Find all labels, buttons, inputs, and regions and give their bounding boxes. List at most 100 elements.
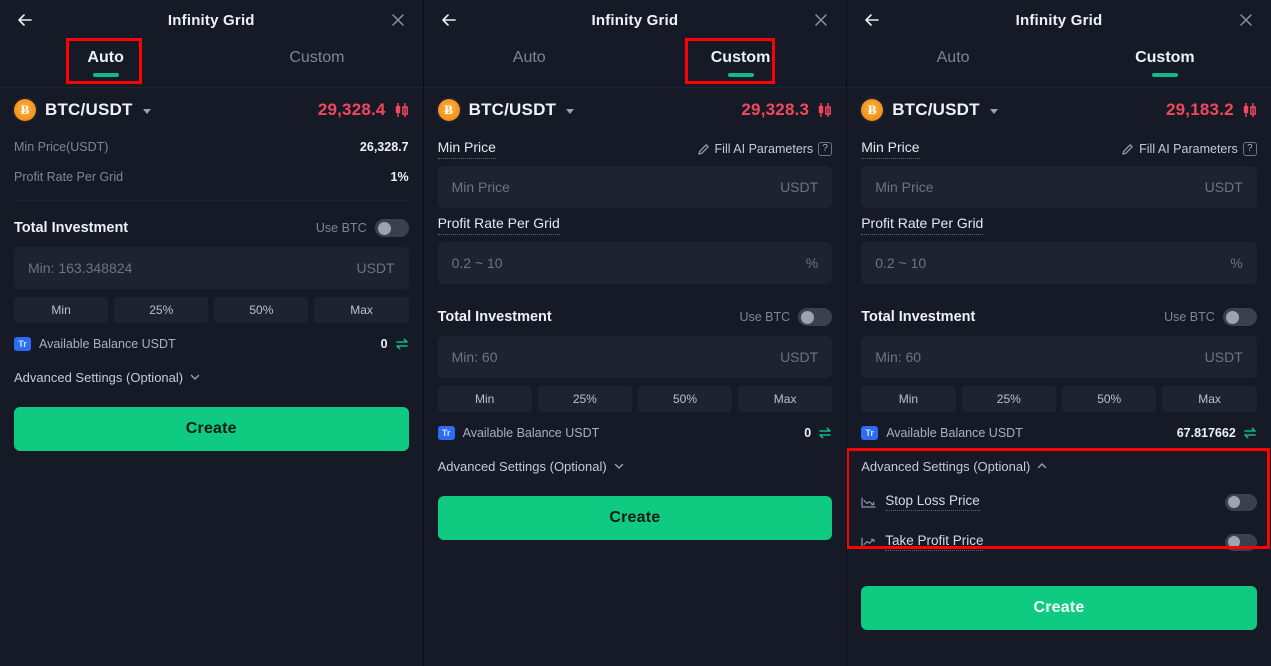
advanced-settings-toggle[interactable]: Advanced Settings (Optional) <box>14 361 409 393</box>
pencil-icon <box>697 143 710 156</box>
available-balance-label: Available Balance USDT <box>39 337 176 351</box>
close-icon[interactable] <box>387 9 409 31</box>
bitcoin-icon: Ƀ <box>861 99 884 121</box>
create-button[interactable]: Create <box>861 586 1257 630</box>
total-investment-input[interactable]: Min: 60 USDT <box>437 336 833 378</box>
min-price-input[interactable]: Min Price USDT <box>437 166 833 208</box>
candlestick-chart-icon[interactable] <box>394 102 409 118</box>
quick-amount-max[interactable]: Max <box>1162 386 1257 412</box>
stop-loss-price-toggle[interactable] <box>1224 493 1257 511</box>
pair-selector[interactable]: Ƀ BTC/USDT <box>437 99 575 121</box>
close-icon[interactable] <box>1235 9 1257 31</box>
back-arrow-icon[interactable] <box>14 9 36 31</box>
info-label: Min Price(USDT) <box>14 140 109 154</box>
create-button[interactable]: Create <box>14 407 409 451</box>
bitcoin-icon: Ƀ <box>14 99 36 121</box>
quick-amount-25[interactable]: 25% <box>961 386 1056 412</box>
candlestick-chart-icon[interactable] <box>817 102 832 118</box>
pencil-icon <box>1121 143 1134 156</box>
fill-ai-parameters-label: Fill AI Parameters <box>714 142 814 156</box>
total-investment-input[interactable]: Min: 60 USDT <box>861 336 1257 378</box>
use-btc-label: Use BTC <box>739 310 791 324</box>
available-balance-value: 67.817662 <box>1176 426 1236 440</box>
tab-custom[interactable]: Custom <box>1059 40 1271 87</box>
help-icon[interactable]: ? <box>818 142 833 156</box>
quick-amount-min[interactable]: Min <box>861 386 956 412</box>
quick-amount-min[interactable]: Min <box>437 386 532 412</box>
candlestick-chart-icon[interactable] <box>1242 102 1257 118</box>
tab-custom[interactable]: Custom <box>211 40 422 87</box>
tab-auto-underline <box>940 73 966 77</box>
help-icon[interactable]: ? <box>1242 142 1257 156</box>
pair-name: BTC/USDT <box>45 100 133 119</box>
quick-amount-min[interactable]: Min <box>14 297 109 323</box>
create-button[interactable]: Create <box>437 496 833 540</box>
min-price-label: Min Price <box>861 139 920 159</box>
use-btc-toggle[interactable] <box>374 219 409 237</box>
tab-auto[interactable]: Auto <box>0 40 211 87</box>
quick-amount-max[interactable]: Max <box>738 386 833 412</box>
use-btc-label: Use BTC <box>315 221 367 235</box>
use-btc-toggle[interactable] <box>1222 308 1257 326</box>
info-value: 26,328.7 <box>359 140 409 154</box>
tab-custom[interactable]: Custom <box>635 40 846 87</box>
profit-rate-label-row: Profit Rate Per Grid <box>437 208 833 242</box>
fill-ai-parameters-button[interactable]: Fill AI Parameters ? <box>697 142 833 156</box>
current-price: 29,183.2 <box>1166 100 1234 119</box>
quick-amount-50[interactable]: 50% <box>214 297 309 323</box>
profit-rate-input[interactable]: 0.2 ~ 10 % <box>861 242 1257 284</box>
fill-ai-parameters-button[interactable]: Fill AI Parameters ? <box>1121 142 1257 156</box>
quick-amount-25[interactable]: 25% <box>114 297 209 323</box>
input-placeholder: Min: 60 <box>875 349 922 365</box>
close-icon[interactable] <box>810 9 832 31</box>
profit-rate-label: Profit Rate Per Grid <box>861 215 984 235</box>
use-btc-toggle[interactable] <box>798 308 833 326</box>
tabs: Auto Custom <box>0 38 423 88</box>
quick-amount-50[interactable]: 50% <box>1062 386 1157 412</box>
transfer-badge-icon[interactable]: Tr <box>14 337 31 351</box>
back-arrow-icon[interactable] <box>438 9 460 31</box>
quick-amount-row: Min 25% 50% Max <box>437 386 833 412</box>
min-price-input[interactable]: Min Price USDT <box>861 166 1257 208</box>
advanced-settings-label: Advanced Settings (Optional) <box>14 369 184 385</box>
tab-auto-label: Auto <box>936 49 970 66</box>
total-investment-header: Total Investment Use BTC <box>438 298 833 336</box>
input-placeholder: Min: 60 <box>451 349 498 365</box>
transfer-badge-icon[interactable]: Tr <box>861 426 879 440</box>
panel-custom-expanded: Infinity Grid Auto Custom Ƀ BTC/USDT 29,… <box>847 0 1271 666</box>
transfer-swap-icon[interactable] <box>818 426 832 440</box>
advanced-settings-toggle[interactable]: Advanced Settings (Optional) <box>861 450 1257 482</box>
available-balance-value: 0 <box>804 426 812 440</box>
chevron-up-icon <box>1036 460 1048 472</box>
use-btc-label: Use BTC <box>1164 310 1215 324</box>
tab-auto[interactable]: Auto <box>847 40 1059 87</box>
transfer-swap-icon[interactable] <box>395 337 409 351</box>
transfer-swap-icon[interactable] <box>1243 426 1257 440</box>
quick-amount-max[interactable]: Max <box>314 297 409 323</box>
take-profit-price-row[interactable]: Take Profit Price <box>861 522 1257 562</box>
toggle-knob <box>1227 496 1240 508</box>
input-unit: % <box>805 255 819 271</box>
transfer-badge-icon[interactable]: Tr <box>437 426 455 440</box>
toggle-knob <box>1227 536 1240 548</box>
tab-auto[interactable]: Auto <box>424 40 635 87</box>
back-arrow-icon[interactable] <box>861 9 883 31</box>
quick-amount-25[interactable]: 25% <box>537 386 632 412</box>
pair-selector[interactable]: Ƀ BTC/USDT <box>861 99 998 121</box>
tab-custom-underline <box>727 73 754 77</box>
take-profit-price-toggle[interactable] <box>1224 533 1257 551</box>
profit-rate-input[interactable]: 0.2 ~ 10 % <box>437 242 833 284</box>
pair-selector[interactable]: Ƀ BTC/USDT <box>14 99 151 121</box>
input-placeholder: Min Price <box>451 179 510 195</box>
quick-amount-50[interactable]: 50% <box>637 386 733 412</box>
quick-amount-row: Min 25% 50% Max <box>14 297 409 323</box>
pair-name: BTC/USDT <box>468 100 557 119</box>
stop-loss-price-row[interactable]: Stop Loss Price <box>861 482 1257 522</box>
page-title: Infinity Grid <box>1015 11 1103 29</box>
panel-body: Ƀ BTC/USDT 29,328.3 Min Price Fill AI Pa… <box>424 88 847 540</box>
tab-auto-underline <box>92 73 119 77</box>
total-investment-input[interactable]: Min: 163.348824 USDT <box>14 247 409 289</box>
total-investment-header: Total Investment Use BTC <box>861 298 1257 336</box>
advanced-settings-toggle[interactable]: Advanced Settings (Optional) <box>438 450 833 482</box>
tab-auto-label: Auto <box>87 49 124 66</box>
